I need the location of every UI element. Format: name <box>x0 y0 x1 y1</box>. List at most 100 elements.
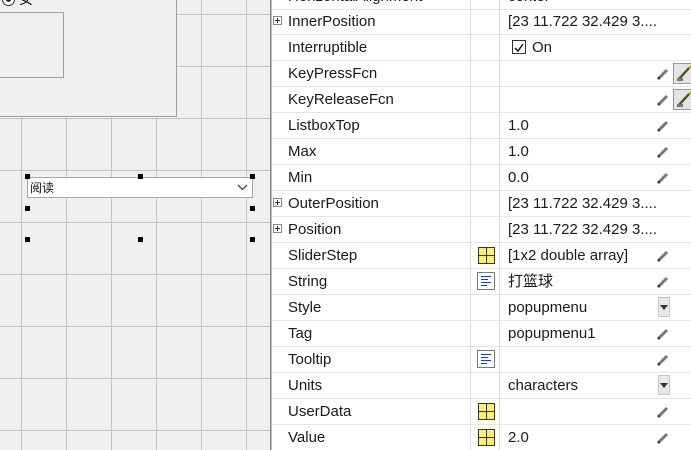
property-value[interactable]: 0.0 <box>508 165 658 190</box>
property-row-units[interactable]: Units characters <box>272 373 691 399</box>
icon-cell <box>470 87 691 112</box>
chevron-down-icon[interactable] <box>233 179 251 196</box>
property-name: Interruptible <box>288 39 368 56</box>
pencil-icon[interactable] <box>656 145 670 159</box>
selection-handle[interactable] <box>250 237 255 242</box>
property-row-max[interactable]: Max 1.0 <box>272 139 691 165</box>
property-name: Units <box>288 377 323 394</box>
expand-plus-icon[interactable] <box>273 16 282 25</box>
pencil-icon[interactable] <box>656 67 670 81</box>
pencil-icon[interactable] <box>656 275 670 289</box>
selection-handle[interactable] <box>250 174 255 179</box>
property-row-outerposition[interactable]: OuterPosition [23 11.722 32.429 3.... <box>272 191 691 217</box>
property-value[interactable] <box>508 87 658 112</box>
property-value[interactable] <box>508 61 658 86</box>
button-group-frame[interactable] <box>0 12 64 78</box>
icon-cell <box>470 0 500 9</box>
property-name: InnerPosition <box>288 13 376 30</box>
property-name: Value <box>288 429 326 446</box>
expand-plus-icon[interactable] <box>273 224 282 233</box>
icon-cell <box>470 321 500 346</box>
property-row-tooltip[interactable]: Tooltip <box>272 347 691 373</box>
property-row-innerposition[interactable]: InnerPosition [23 11.722 32.429 3.... <box>272 9 691 35</box>
property-row-keyreleasefcn[interactable]: KeyReleaseFcn <box>272 87 691 113</box>
popup-menu-control[interactable]: 阅读 <box>27 177 253 198</box>
array-editor-icon[interactable] <box>478 429 495 446</box>
icon-cell <box>470 295 500 320</box>
callback-editor-icon[interactable] <box>673 89 691 110</box>
property-value[interactable]: center <box>508 0 658 9</box>
selection-handle[interactable] <box>250 206 255 211</box>
property-name: String <box>288 273 328 290</box>
selection-handle[interactable] <box>138 174 143 179</box>
property-name: Style <box>288 299 322 316</box>
property-name: Tag <box>288 325 313 342</box>
expand-plus-icon[interactable] <box>273 198 282 207</box>
property-name: OuterPosition <box>288 195 379 212</box>
property-value: On <box>532 39 553 56</box>
property-value[interactable]: popupmenu <box>508 295 658 320</box>
array-editor-icon[interactable] <box>478 247 495 264</box>
dropdown-arrow-icon[interactable] <box>658 375 670 395</box>
property-value[interactable]: characters <box>508 373 658 398</box>
selection-handle[interactable] <box>25 174 30 179</box>
property-row-value[interactable]: Value 2.0 <box>272 425 691 450</box>
property-name: HorizontalAlignment <box>288 0 422 9</box>
text-editor-icon[interactable] <box>477 350 495 368</box>
pencil-icon[interactable] <box>656 171 670 185</box>
property-row-min[interactable]: Min 0.0 <box>272 165 691 191</box>
callback-editor-icon[interactable] <box>673 63 691 84</box>
property-value[interactable]: 1.0 <box>508 139 658 164</box>
array-editor-icon[interactable] <box>478 403 495 420</box>
property-row-userdata[interactable]: UserData <box>272 399 691 425</box>
pencil-icon[interactable] <box>656 249 670 263</box>
pencil-icon[interactable] <box>656 431 670 445</box>
pencil-icon[interactable] <box>656 327 670 341</box>
pencil-icon[interactable] <box>656 405 670 419</box>
property-value[interactable]: 2.0 <box>508 425 658 450</box>
interruptible-checkbox[interactable] <box>512 40 526 54</box>
selection-handle[interactable] <box>138 237 143 242</box>
radio-selected-icon[interactable] <box>2 0 15 6</box>
property-row-string[interactable]: String 打篮球 <box>272 269 691 295</box>
pencil-icon[interactable] <box>656 119 670 133</box>
property-value[interactable]: [23 11.722 32.429 3.... <box>508 217 658 242</box>
property-row-style[interactable]: Style popupmenu <box>272 295 691 321</box>
property-name: KeyReleaseFcn <box>288 91 394 108</box>
property-name: SliderStep <box>288 247 358 264</box>
icon-cell <box>470 139 500 164</box>
pencil-icon[interactable] <box>656 93 670 107</box>
dropdown-arrow-icon[interactable] <box>658 297 670 317</box>
property-value[interactable]: [23 11.722 32.429 3.... <box>508 191 658 216</box>
selection-handle[interactable] <box>25 237 30 242</box>
radio-label: 女 <box>19 0 33 9</box>
icon-cell <box>470 373 500 398</box>
property-name: ListboxTop <box>288 117 360 134</box>
property-name: UserData <box>288 403 352 420</box>
property-value[interactable] <box>508 347 658 372</box>
icon-cell <box>470 347 500 372</box>
property-name: KeyPressFcn <box>288 65 378 82</box>
pencil-icon[interactable] <box>656 353 670 367</box>
property-row-tag[interactable]: Tag popupmenu1 <box>272 321 691 347</box>
design-canvas[interactable]: 女 阅读 <box>0 0 270 450</box>
property-row-sliderstep[interactable]: SliderStep [1x2 double array] <box>272 243 691 269</box>
property-value[interactable]: [1x2 double array] <box>508 243 658 268</box>
popup-selected-value: 阅读 <box>30 181 55 195</box>
checkmark-icon <box>514 43 524 53</box>
property-value[interactable]: [23 11.722 32.429 3.... <box>508 9 658 34</box>
property-value[interactable]: 打篮球 <box>508 269 658 294</box>
property-row-interruptible[interactable]: Interruptible On <box>272 35 691 61</box>
property-name: Tooltip <box>288 351 332 368</box>
radio-button-female[interactable]: 女 <box>2 0 33 10</box>
property-row-position[interactable]: Position [23 11.722 32.429 3.... <box>272 217 691 243</box>
property-value[interactable]: 1.0 <box>508 113 658 138</box>
property-inspector: HorizontalAlignment center InnerPosition… <box>272 0 691 450</box>
property-value[interactable]: popupmenu1 <box>508 321 658 346</box>
property-value[interactable] <box>508 399 658 424</box>
property-row-listboxtop[interactable]: ListboxTop 1.0 <box>272 113 691 139</box>
text-editor-icon[interactable] <box>477 272 495 290</box>
selection-handle[interactable] <box>25 206 30 211</box>
icon-cell <box>470 425 500 450</box>
property-row-keypressfcn[interactable]: KeyPressFcn <box>272 61 691 87</box>
